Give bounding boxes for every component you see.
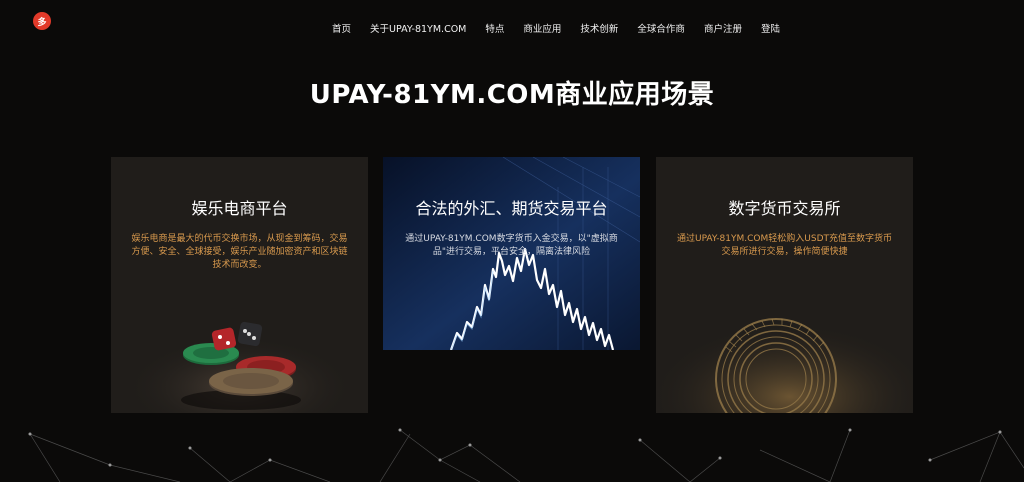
card-forex-futures[interactable]: 合法的外汇、期货交易平台 通过UPAY-81YM.COM数字货币入金交易，以"虚…	[383, 157, 640, 350]
nav-about[interactable]: 关于UPAY-81YM.COM	[370, 21, 466, 35]
network-lines-decoration	[28, 428, 1024, 482]
page-title: UPAY-81YM.COM商业应用场景	[309, 80, 715, 110]
main-nav: 首页 关于UPAY-81YM.COM 特点 商业应用 技术创新 全球合作商 商户…	[332, 21, 799, 35]
card-description: 通过UPAY-81YM.COM数字货币入金交易，以"虚拟商品"进行交易，平台安全…	[405, 234, 618, 257]
nav-business-apps[interactable]: 商业应用	[523, 21, 561, 35]
card-description: 娱乐电商是最大的代币交换市场，从现金到筹码，交易方便、安全、全球接受，娱乐产业随…	[131, 234, 348, 270]
site-header: 多 首页 关于UPAY-81YM.COM 特点 商业应用 技术创新 全球合作商 …	[0, 0, 1024, 56]
card-title: 娱乐电商平台	[191, 199, 288, 218]
nav-tech-innovation[interactable]: 技术创新	[580, 21, 618, 35]
logo-glyph: 多	[37, 17, 47, 28]
nav-features[interactable]: 特点	[485, 21, 504, 35]
card-title: 数字货币交易所	[728, 199, 841, 218]
nav-home[interactable]: 首页	[332, 21, 351, 35]
card-description: 通过UPAY-81YM.COM轻松购入USDT充值至数字货币交易所进行交易，操作…	[676, 234, 892, 257]
card-title: 合法的外汇、期货交易平台	[415, 199, 608, 218]
brand-logo-icon[interactable]: 多	[33, 12, 51, 30]
nav-merchant-register[interactable]: 商户注册	[704, 21, 742, 35]
nav-global-partners[interactable]: 全球合作商	[637, 21, 685, 35]
card-entertainment[interactable]: 娱乐电商平台 娱乐电商是最大的代币交换市场，从现金到筹码，交易方便、安全、全球接…	[111, 157, 368, 413]
card-crypto-exchange[interactable]: 数字货币交易所 通过UPAY-81YM.COM轻松购入USDT充值至数字货币交易…	[656, 157, 913, 413]
nav-login[interactable]: 登陆	[761, 21, 780, 35]
